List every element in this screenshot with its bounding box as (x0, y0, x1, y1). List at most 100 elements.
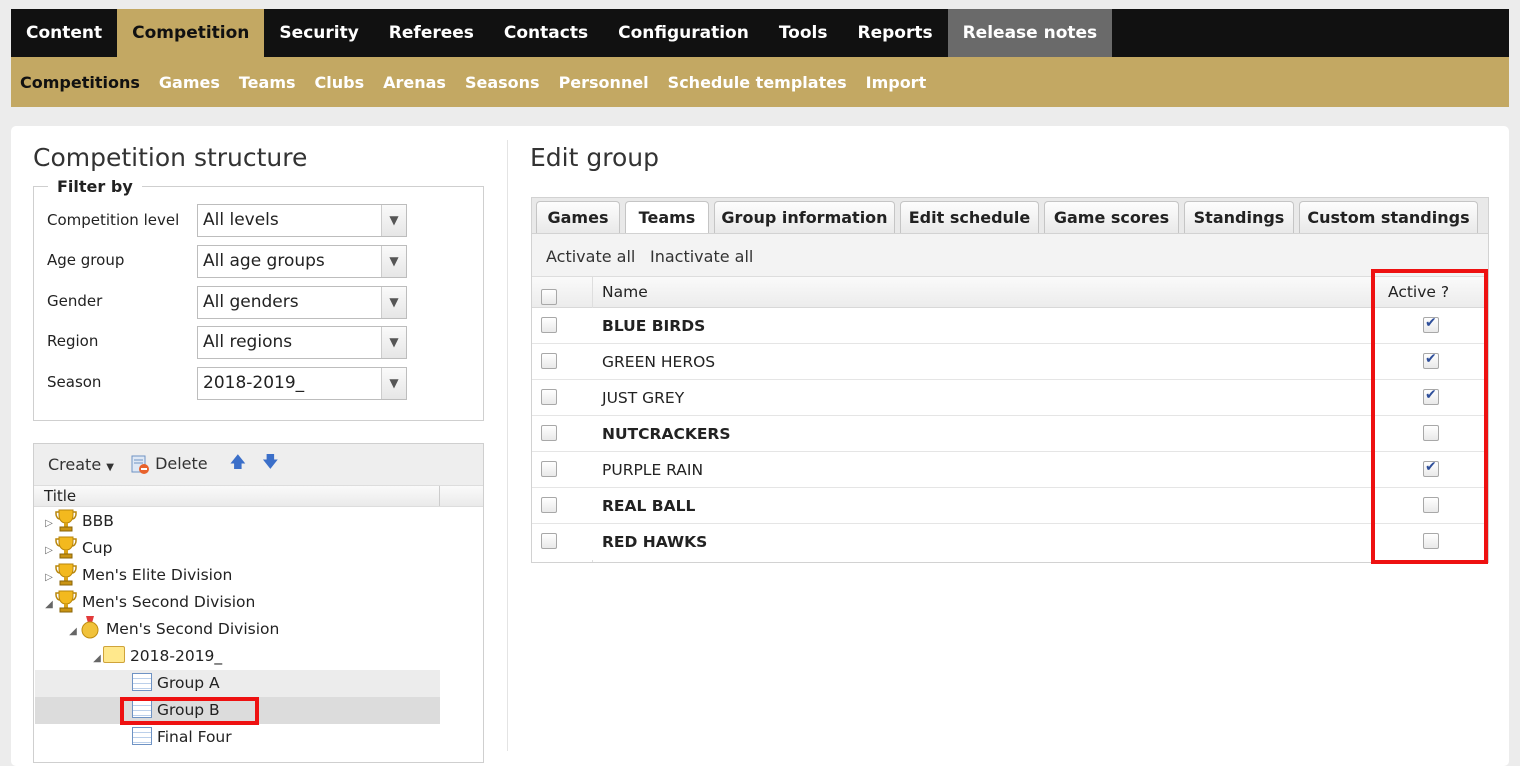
team-name: REAL BALL (602, 497, 696, 515)
medal-icon (81, 615, 99, 638)
expand-icon[interactable]: ▷ (43, 537, 55, 564)
grid-toolbar: Activate all Inactivate all (532, 234, 1488, 277)
row-select-checkbox[interactable] (541, 497, 557, 513)
nav-configuration[interactable]: Configuration (603, 9, 764, 57)
expand-icon[interactable]: ▷ (43, 564, 55, 591)
subnav-seasons[interactable]: Seasons (465, 73, 540, 92)
tab-game-scores[interactable]: Game scores (1044, 201, 1179, 234)
group-icon (132, 726, 152, 745)
competition-structure-title: Competition structure (33, 143, 308, 172)
gender-select[interactable]: All genders ▼ (197, 286, 407, 319)
tree-node-bbb[interactable]: ▷ BBB (43, 508, 114, 535)
nav-security[interactable]: Security (264, 9, 373, 57)
row-select-checkbox[interactable] (541, 533, 557, 549)
inactivate-all-button[interactable]: Inactivate all (650, 247, 753, 266)
subnav-clubs[interactable]: Clubs (315, 73, 365, 92)
nav-competition[interactable]: Competition (117, 9, 265, 57)
tab-custom-standings[interactable]: Custom standings (1299, 201, 1478, 234)
subnav-import[interactable]: Import (866, 73, 927, 92)
edit-group-title: Edit group (530, 143, 659, 172)
collapse-icon[interactable]: ◢ (67, 618, 79, 645)
nav-content[interactable]: Content (11, 9, 117, 57)
table-row[interactable]: PURPLE RAIN (532, 452, 1488, 488)
create-label: Create (48, 455, 102, 474)
tree-node-mens-second-division[interactable]: ◢ Men's Second Division (43, 589, 255, 616)
tree-node-label: Men's Second Division (105, 620, 280, 638)
table-row[interactable]: RED HAWKS (532, 524, 1488, 560)
competition-level-select[interactable]: All levels ▼ (197, 204, 407, 237)
subnav-schedule-templates[interactable]: Schedule templates (668, 73, 847, 92)
collapse-icon[interactable]: ◢ (91, 645, 103, 672)
team-name: RED HAWKS (602, 533, 708, 551)
table-row[interactable]: NUTCRACKERS (532, 416, 1488, 452)
group-icon (132, 672, 152, 691)
subnav-games[interactable]: Games (159, 73, 220, 92)
trophy-icon (55, 562, 77, 586)
chevron-down-icon[interactable]: ▼ (381, 327, 406, 358)
tree-node-label: Men's Second Division (81, 593, 256, 611)
age-group-value: All age groups (203, 251, 325, 271)
tab-edit-schedule[interactable]: Edit schedule (900, 201, 1039, 234)
season-value: 2018-2019_ (203, 373, 305, 393)
filter-label-region: Region (47, 332, 99, 350)
chevron-down-icon[interactable]: ▼ (381, 205, 406, 236)
tab-games[interactable]: Games (536, 201, 620, 234)
competition-level-value: All levels (203, 210, 279, 230)
activate-all-button[interactable]: Activate all (546, 247, 635, 266)
tree-node-group-a[interactable]: Group A (132, 670, 220, 697)
row-select-checkbox[interactable] (541, 425, 557, 441)
arrow-up-icon: 🡅 (229, 452, 247, 471)
subnav-arenas[interactable]: Arenas (383, 73, 446, 92)
subnav-competitions[interactable]: Competitions (20, 73, 140, 92)
row-select-checkbox[interactable] (541, 389, 557, 405)
subnav-teams[interactable]: Teams (239, 73, 296, 92)
table-row[interactable]: JUST GREY (532, 380, 1488, 416)
tree-node-cup[interactable]: ▷ Cup (43, 535, 112, 562)
age-group-select[interactable]: All age groups ▼ (197, 245, 407, 278)
row-select-checkbox[interactable] (541, 353, 557, 369)
column-header-name[interactable]: Name (602, 283, 648, 301)
subnav-personnel[interactable]: Personnel (559, 73, 649, 92)
caret-down-icon: ▼ (106, 462, 114, 473)
region-select[interactable]: All regions ▼ (197, 326, 407, 359)
collapse-icon[interactable]: ◢ (43, 591, 55, 618)
table-row[interactable]: REAL BALL (532, 488, 1488, 524)
tree-column-title[interactable]: Title (34, 486, 483, 507)
tree-node-label: Cup (81, 539, 113, 557)
move-up-button[interactable]: 🡅 (230, 451, 246, 478)
nav-referees[interactable]: Referees (374, 9, 489, 57)
tab-teams[interactable]: Teams (625, 201, 709, 235)
nav-tools[interactable]: Tools (764, 9, 843, 57)
tree-node-mens-elite-division[interactable]: ▷ Men's Elite Division (43, 562, 232, 589)
filter-label-age-group: Age group (47, 251, 125, 269)
expand-icon[interactable]: ▷ (43, 510, 55, 537)
row-select-checkbox[interactable] (541, 461, 557, 477)
highlight-active-column (1371, 269, 1488, 564)
trophy-icon (55, 508, 77, 532)
team-name: PURPLE RAIN (602, 461, 704, 479)
create-button[interactable]: Create ▼ (48, 455, 114, 474)
tree-node-season[interactable]: ◢ 2018-2019_ (91, 643, 222, 670)
table-row[interactable]: BLUE BIRDS (532, 308, 1488, 344)
chevron-down-icon[interactable]: ▼ (381, 246, 406, 277)
chevron-down-icon[interactable]: ▼ (381, 368, 406, 399)
tree-node-final-four[interactable]: Final Four (132, 724, 232, 751)
move-down-button[interactable]: 🡇 (262, 451, 278, 478)
team-name: BLUE BIRDS (602, 317, 706, 335)
nav-contacts[interactable]: Contacts (489, 9, 603, 57)
nav-reports[interactable]: Reports (842, 9, 947, 57)
select-all-checkbox[interactable] (541, 289, 557, 305)
region-value: All regions (203, 332, 293, 352)
table-row[interactable]: GREEN HEROS (532, 344, 1488, 380)
gender-value: All genders (203, 292, 299, 312)
nav-release-notes[interactable]: Release notes (947, 9, 1113, 57)
chevron-down-icon[interactable]: ▼ (381, 287, 406, 318)
teams-grid: Activate all Inactivate all Name Active … (531, 233, 1489, 563)
tab-group-information[interactable]: Group information (714, 201, 895, 234)
filter-legend: Filter by (48, 177, 142, 196)
delete-button[interactable]: Delete (130, 454, 208, 475)
season-select[interactable]: 2018-2019_ ▼ (197, 367, 407, 400)
tab-standings[interactable]: Standings (1184, 201, 1294, 234)
row-select-checkbox[interactable] (541, 317, 557, 333)
tree-node-mens-second-division-competition[interactable]: ◢ Men's Second Division (67, 615, 280, 645)
